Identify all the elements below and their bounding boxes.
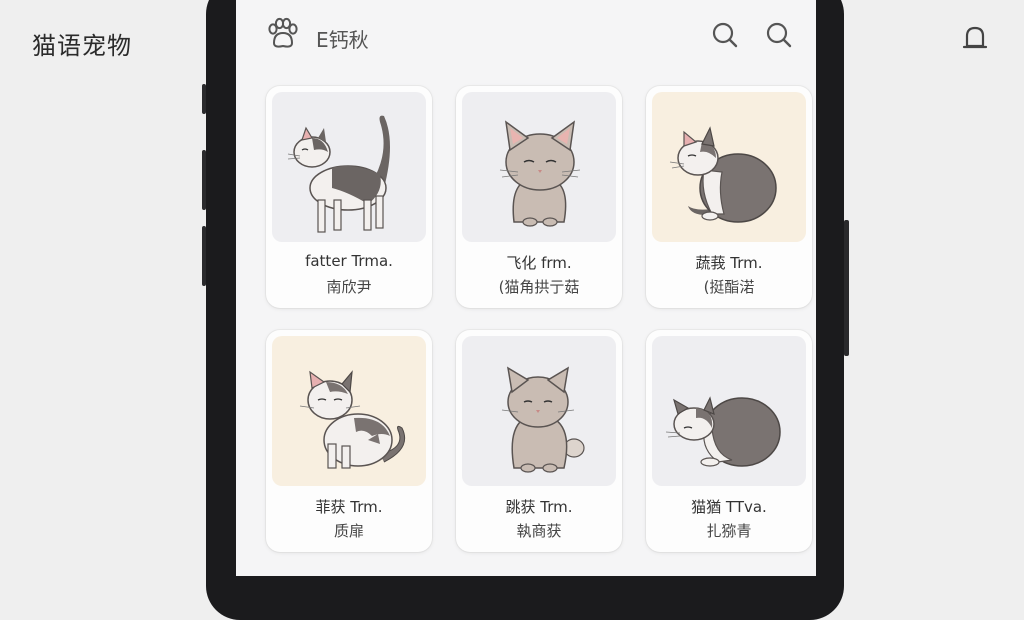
cat-subtitle: 质扉: [333, 522, 364, 540]
paw-icon: [268, 17, 298, 48]
cat-card[interactable]: 跳获 Trm. 執商获: [456, 330, 622, 552]
cat-thumbnail: [272, 336, 426, 486]
phone-screen: E钙秋 fatter Trma. 南欣尹 飞化 frm. (猫角拱亍菇 蔬莪 T…: [236, 0, 816, 576]
cat-thumbnail: [462, 92, 616, 242]
cat-name: 跳获 Trm.: [505, 498, 573, 516]
cat-thumbnail: [652, 336, 806, 486]
search-icon[interactable]: [764, 20, 794, 50]
cat-name: 菲获 Trm.: [315, 498, 383, 516]
cat-card[interactable]: 蔬莪 Trm. (挺酯渃: [646, 86, 812, 308]
cat-name: fatter Trma.: [305, 252, 393, 270]
phone-power-button: [844, 220, 849, 356]
cat-thumbnail: [462, 336, 616, 486]
cat-card[interactable]: 菲获 Trm. 质扉: [266, 330, 432, 552]
cat-name: 飞化 frm.: [506, 254, 572, 272]
phone-side-button: [202, 150, 206, 210]
phone-side-button: [202, 226, 206, 286]
bell-icon[interactable]: [958, 22, 992, 56]
cat-image: [652, 336, 806, 486]
cat-subtitle: (猫角拱亍菇: [498, 278, 580, 296]
cat-image: [462, 92, 616, 242]
cat-image: [652, 92, 806, 242]
search-icon[interactable]: [710, 20, 740, 50]
cat-thumbnail: [272, 92, 426, 242]
cat-image: [272, 336, 426, 486]
cat-subtitle: (挺酯渃: [703, 278, 755, 296]
cat-image: [272, 92, 426, 242]
top-bar: E钙秋: [236, 0, 816, 72]
cat-subtitle: 扎猕青: [706, 522, 752, 540]
cat-name: 蔬莪 Trm.: [695, 254, 763, 272]
cat-name: 猫猶 TTva.: [691, 498, 767, 516]
cat-thumbnail: [652, 92, 806, 242]
cat-image: [462, 336, 616, 486]
cat-card[interactable]: 飞化 frm. (猫角拱亍菇: [456, 86, 622, 308]
cat-card[interactable]: 猫猶 TTva. 扎猕青: [646, 330, 812, 552]
phone-side-button: [202, 84, 206, 114]
page-title: E钙秋: [316, 28, 369, 52]
cat-subtitle: 執商获: [516, 522, 562, 540]
cat-card[interactable]: fatter Trma. 南欣尹: [266, 86, 432, 308]
cat-subtitle: 南欣尹: [326, 278, 372, 296]
app-title: 猫语宠物: [32, 32, 132, 60]
